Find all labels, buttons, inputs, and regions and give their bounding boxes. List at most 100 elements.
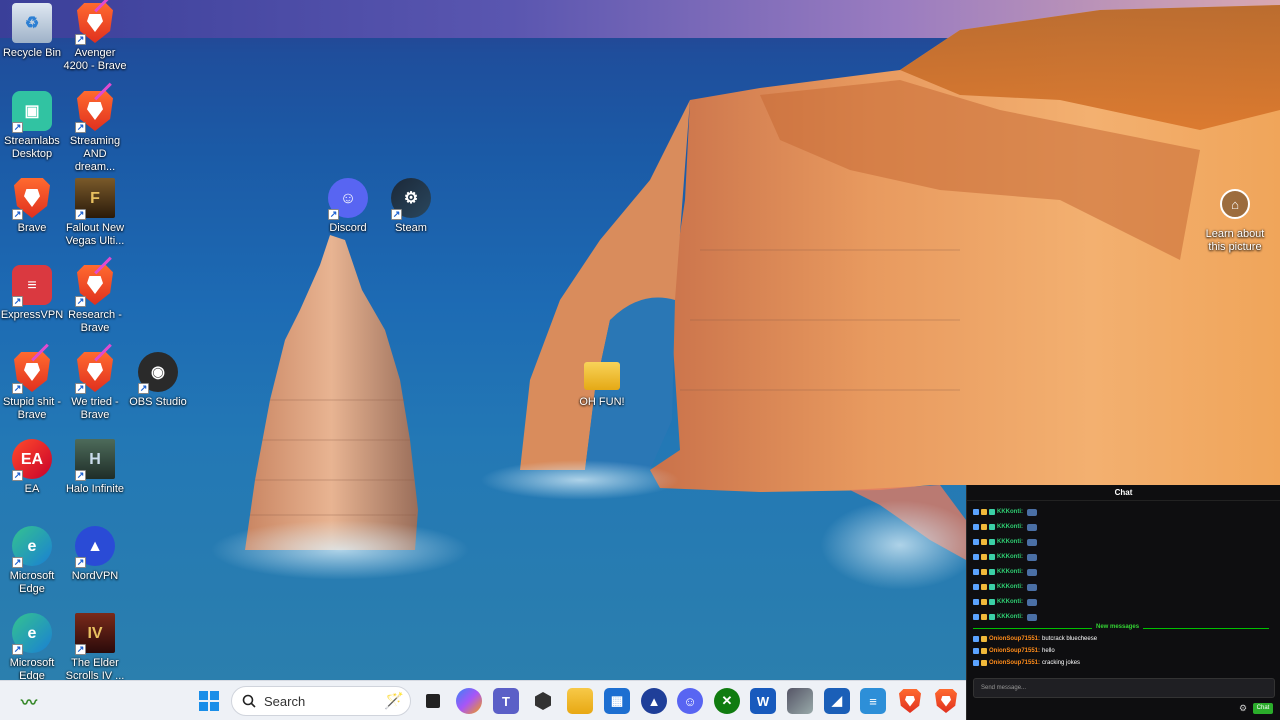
- chat-username[interactable]: KKKonti:: [997, 583, 1023, 591]
- copilot-icon[interactable]: [456, 688, 482, 714]
- desktop-icon[interactable]: ↗ We tried - Brave: [63, 343, 127, 422]
- notepad-icon[interactable]: ≡: [860, 688, 886, 714]
- teams-icon[interactable]: T: [493, 688, 519, 714]
- streamlabs-icon: ▣ ↗: [11, 90, 53, 133]
- badge-icon: [973, 636, 979, 642]
- desktop-icon[interactable]: ↗ Streaming AND dream...: [63, 82, 127, 174]
- send-message-input[interactable]: Send message...: [973, 678, 1275, 698]
- desktop-icon-label: NordVPN: [71, 570, 119, 582]
- desktop-icon[interactable]: ♻ Recycle Bin: [0, 2, 64, 60]
- badge-icon: [989, 554, 995, 560]
- desktop-icon[interactable]: H ↗ Halo Infinite: [63, 438, 127, 496]
- desktop-icon[interactable]: ☺ ↗ Discord: [316, 177, 380, 235]
- widgets-icon[interactable]: 〰: [16, 688, 42, 714]
- chat-username[interactable]: KKKonti:: [997, 538, 1023, 546]
- camera-icon: ⌂: [1214, 183, 1256, 225]
- shortcut-arrow-icon: ↗: [75, 122, 86, 133]
- chat-username[interactable]: KKKonti:: [997, 508, 1023, 516]
- desktop-icon-label: Steam: [395, 222, 427, 234]
- badge-icon: [973, 509, 979, 515]
- desktop-icon-label: Fallout New Vegas Ulti...: [65, 222, 125, 247]
- chat-username[interactable]: OnionSoup71551:: [989, 659, 1040, 667]
- new-messages-label: New messages: [1092, 624, 1144, 630]
- discord-icon[interactable]: ☺: [677, 688, 703, 714]
- shortcut-arrow-icon: ↗: [75, 644, 86, 655]
- word-icon[interactable]: W: [750, 688, 776, 714]
- desktop-icon[interactable]: IV ↗ The Elder Scrolls IV ...: [63, 612, 127, 680]
- edge-icon: e ↗: [11, 525, 53, 568]
- badge-icon: [973, 648, 979, 654]
- microsoft-store-icon[interactable]: ▦: [604, 688, 630, 714]
- desktop-icon[interactable]: ⚙ ↗ Steam: [379, 177, 443, 235]
- start-button[interactable]: [196, 688, 222, 714]
- desktop-icon[interactable]: ↗ Avenger 4200 - Brave: [63, 0, 127, 73]
- desktop-icon-label: Microsoft Edge: [9, 570, 55, 595]
- badge-icon: [981, 599, 987, 605]
- chat-message: KKKonti:: [973, 553, 1037, 561]
- desktop-icon-label: Halo Infinite: [65, 483, 125, 495]
- badge-icon: [981, 509, 987, 515]
- nordvpn-icon: ▲ ↗: [74, 525, 116, 568]
- chat-username[interactable]: KKKonti:: [997, 613, 1023, 621]
- desktop-icon-label: Streaming AND dream...: [69, 135, 121, 173]
- chat-username[interactable]: OnionSoup71551:: [989, 647, 1040, 655]
- badge-icon: [989, 509, 995, 515]
- chat-username[interactable]: KKKonti:: [997, 598, 1023, 606]
- emote-icon: [1027, 538, 1037, 546]
- dark-app-icon[interactable]: [530, 688, 556, 714]
- nordvpn-icon[interactable]: ▲: [641, 688, 667, 714]
- shortcut-arrow-icon: ↗: [328, 209, 339, 220]
- desktop-icon[interactable]: EA ↗ EA: [0, 438, 64, 496]
- badge-icon: [989, 539, 995, 545]
- chat-message: OnionSoup71551: hello: [973, 647, 1055, 655]
- chat-username[interactable]: KKKonti:: [997, 553, 1023, 561]
- badge-icon: [973, 539, 979, 545]
- desktop-icon[interactable]: OH FUN!: [570, 351, 634, 409]
- desktop-icon[interactable]: ↗ Brave: [0, 177, 64, 235]
- shortcut-arrow-icon: ↗: [12, 209, 23, 220]
- desktop-icon[interactable]: ↗ Research - Brave: [63, 256, 127, 335]
- desktop-icon[interactable]: ≡ ↗ ExpressVPN: [0, 264, 64, 322]
- chat-panel: Chat KKKonti: KKKonti: KKKonti: KKKonti: KKK…: [966, 485, 1280, 720]
- recycle-bin-icon: ♻: [11, 2, 53, 44]
- chat-message: KKKonti:: [973, 508, 1037, 516]
- wave-foam: [480, 460, 680, 500]
- chat-message: KKKonti:: [973, 598, 1037, 606]
- desktop-icon[interactable]: ▲ ↗ NordVPN: [63, 525, 127, 583]
- learn-about-picture[interactable]: ⌂ Learn about this picture: [1203, 183, 1267, 254]
- steam-icon: ⚙ ↗: [390, 177, 432, 220]
- taskbar-search[interactable]: Search 🪄: [231, 686, 411, 716]
- brave-app-icon: ↗: [74, 0, 116, 45]
- gear-icon[interactable]: ⚙: [1239, 703, 1247, 714]
- task-view-icon[interactable]: [420, 688, 446, 714]
- chat-message: OnionSoup71551: cracking jokes: [973, 659, 1080, 667]
- desktop-icon[interactable]: e ↗ Microsoft Edge: [0, 612, 64, 680]
- fallout-icon: F ↗: [74, 177, 116, 220]
- chat-username[interactable]: OnionSoup71551:: [989, 635, 1040, 643]
- game-icon[interactable]: [787, 688, 813, 714]
- chat-message: KKKonti:: [973, 538, 1037, 546]
- shortcut-arrow-icon: ↗: [12, 644, 23, 655]
- desktop-icon[interactable]: ↗ Stupid shit - Brave: [0, 343, 64, 422]
- desktop-icon-label: We tried - Brave: [71, 396, 119, 421]
- badge-icon: [981, 539, 987, 545]
- chat-username[interactable]: KKKonti:: [997, 523, 1023, 531]
- file-explorer-icon[interactable]: [567, 688, 593, 714]
- obs-icon: ◉ ↗: [137, 351, 179, 394]
- desktop-icon[interactable]: ◉ ↗ OBS Studio: [126, 351, 190, 409]
- shortcut-arrow-icon: ↗: [75, 296, 86, 307]
- blue-app-icon[interactable]: ◢: [824, 688, 850, 714]
- brave-icon[interactable]: [897, 688, 923, 714]
- xbox-icon[interactable]: ✕: [714, 688, 740, 714]
- discord-icon: ☺ ↗: [327, 177, 369, 220]
- desktop-icon[interactable]: e ↗ Microsoft Edge: [0, 525, 64, 596]
- chat-send-button[interactable]: Chat: [1253, 703, 1273, 714]
- chat-username[interactable]: KKKonti:: [997, 568, 1023, 576]
- search-highlight-icon: 🪄: [384, 693, 404, 710]
- brave-app-icon[interactable]: [933, 688, 959, 714]
- chat-text: cracking jokes: [1042, 660, 1081, 666]
- desktop-icon[interactable]: ▣ ↗ Streamlabs Desktop: [0, 90, 64, 161]
- desktop-icon[interactable]: F ↗ Fallout New Vegas Ulti...: [63, 177, 127, 248]
- desktop-icon-label: Brave: [17, 222, 47, 234]
- emote-icon: [1027, 523, 1037, 531]
